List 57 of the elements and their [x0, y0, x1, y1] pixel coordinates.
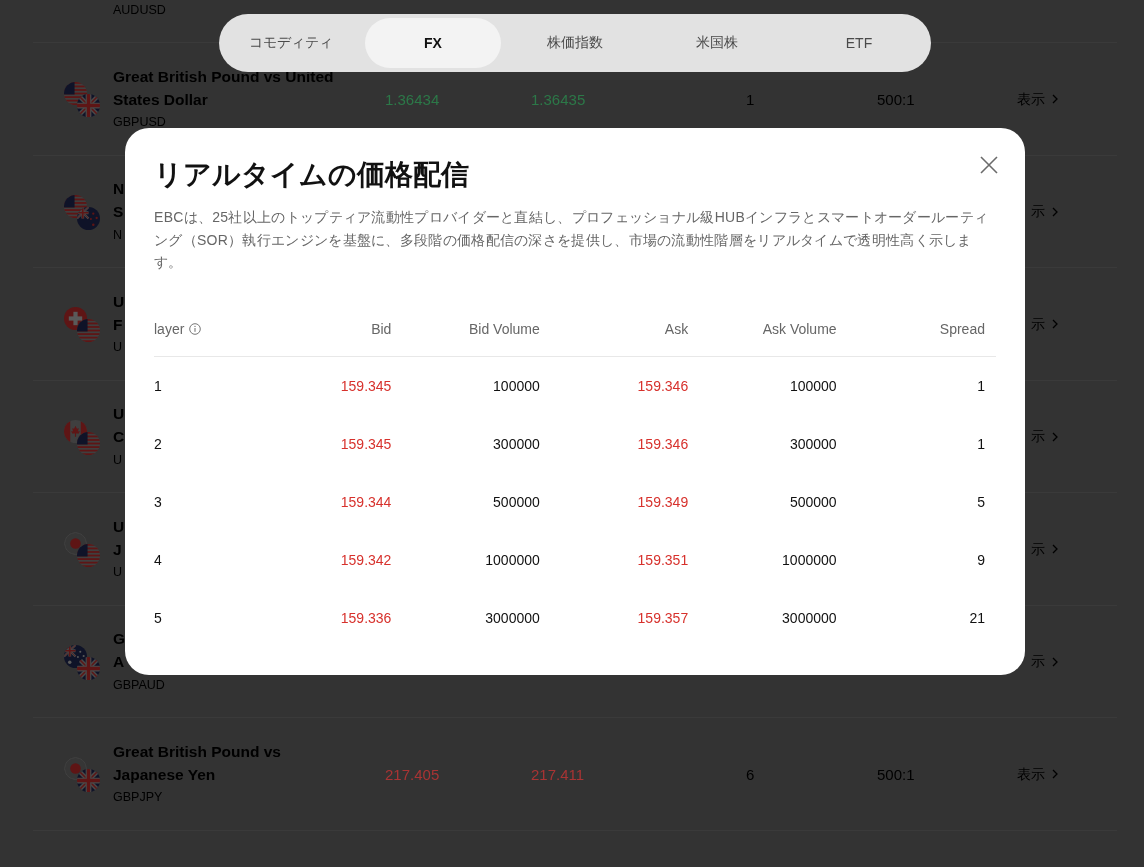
category-tab[interactable]: コモディティ	[223, 18, 359, 68]
column-header: Bid Volume	[468, 319, 540, 339]
table-cell-text: 3000000	[782, 609, 837, 628]
column-header: Spread	[939, 319, 985, 339]
table-cell-text: 1	[977, 435, 985, 454]
table-cell-text: 3000000	[485, 609, 540, 628]
table-cell-text: 300000	[789, 435, 837, 454]
close-button[interactable]	[980, 156, 998, 174]
column-header: Ask Volume	[762, 319, 837, 339]
table-cell-text: 159.344	[340, 493, 392, 512]
table-cell-text: 4	[154, 551, 162, 570]
table-cell-text: 159.357	[637, 609, 689, 628]
table-cell-text: 3	[154, 493, 162, 512]
table-cell-text: 159.342	[340, 551, 392, 570]
chevron-right-icon	[1052, 94, 1058, 104]
table-cell-text: 159.346	[637, 377, 689, 396]
table-cell-text: 500000	[493, 493, 540, 512]
close-icon	[980, 156, 998, 174]
modal-description: EBCは、25社以上のトップティア流動性プロバイダーと直結し、プロフェッショナル級HUBインフラとスマートオーダールーティング（SOR）執行エンジンを基盤に、多段階の価格配信の深さを提供し、市場の流動性階層をリアルタイムで透明性高く示します。	[154, 208, 990, 272]
table-cell-text: 300000	[493, 435, 540, 454]
table-cell-text: 159.349	[637, 493, 689, 512]
table-cell-text: 21	[969, 609, 985, 628]
table-cell-text: 159.345	[340, 435, 392, 454]
table-cell-text: 159.336	[340, 609, 392, 628]
ask-price: 217.411	[531, 764, 585, 785]
chevron-right-icon	[1052, 319, 1058, 329]
table-cell-text: 159.345	[340, 377, 392, 396]
bid-price: 1.36434	[385, 89, 440, 110]
table-cell-text: 1000000	[485, 551, 540, 570]
chevron-right-icon	[1052, 544, 1058, 554]
chevron-right-icon	[1052, 769, 1058, 779]
table-cell-text: 1000000	[782, 551, 837, 570]
column-header: layer	[154, 319, 185, 339]
table-cell-text: 159.351	[637, 551, 689, 570]
table-cell-text: 5	[977, 493, 985, 512]
column-header: Ask	[664, 319, 689, 339]
chevron-right-icon	[1052, 431, 1058, 442]
table-cell-text: 9	[977, 551, 985, 570]
table-cell-text: 5	[154, 609, 162, 628]
table-cell-text: 1	[977, 377, 985, 396]
info-icon[interactable]	[189, 322, 202, 335]
column-header: Bid	[371, 319, 392, 339]
category-tab[interactable]: ETF	[791, 18, 927, 68]
table-cell-text: 2	[154, 435, 162, 454]
bid-price: 217.405	[385, 764, 440, 785]
chevron-right-icon	[1052, 206, 1058, 217]
category-tab[interactable]: FX	[365, 18, 501, 68]
chevron-right-icon	[1052, 656, 1058, 667]
table-cell-text: 100000	[493, 377, 540, 396]
table-cell-text: 159.346	[637, 435, 689, 454]
table-cell-text: 100000	[789, 377, 837, 396]
ask-price: 1.36435	[531, 89, 586, 110]
table-cell-text: 500000	[789, 493, 837, 512]
modal-title: リアルタイムの価格配信	[154, 158, 469, 192]
category-tab[interactable]: 米国株	[649, 18, 785, 68]
category-tab[interactable]: 株価指数	[507, 18, 643, 68]
table-cell-text: 1	[154, 377, 162, 396]
